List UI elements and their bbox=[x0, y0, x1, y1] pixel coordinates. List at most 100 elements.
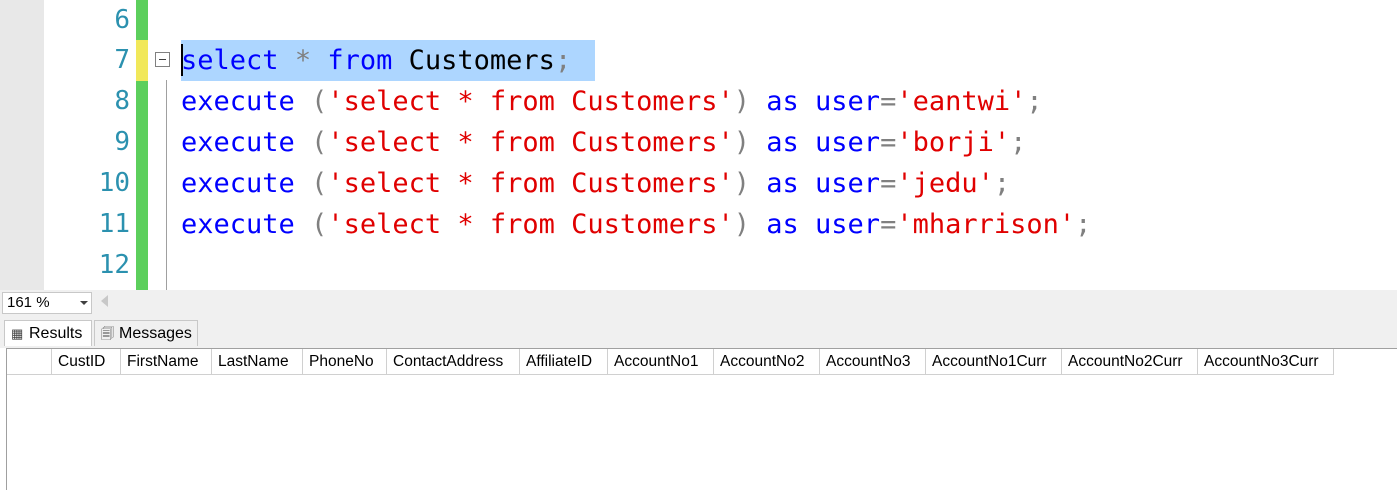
code-token: ) bbox=[733, 127, 750, 158]
column-header[interactable]: AccountNo2 bbox=[714, 349, 820, 375]
results-tab-strip bbox=[0, 316, 1397, 348]
code-token: 'borji' bbox=[896, 127, 1011, 158]
code-token: ( bbox=[311, 168, 328, 199]
scroll-left-icon[interactable] bbox=[101, 295, 108, 307]
code-line[interactable]: execute ('select * from Customers') as u… bbox=[181, 122, 1026, 163]
column-header[interactable]: FirstName bbox=[121, 349, 212, 375]
code-token: 'select * from Customers' bbox=[327, 127, 734, 158]
code-line[interactable]: execute ('select * from Customers') as u… bbox=[181, 163, 1010, 204]
grid-corner-cell[interactable] bbox=[7, 349, 52, 375]
line-number: 6 bbox=[114, 5, 130, 35]
code-token: = bbox=[880, 127, 897, 158]
code-token: 'jedu' bbox=[896, 168, 994, 199]
code-token: = bbox=[880, 86, 897, 117]
line-number: 8 bbox=[114, 86, 130, 116]
tab-results[interactable]: ▦ Results bbox=[4, 320, 92, 346]
code-token: as bbox=[766, 168, 799, 199]
line-number: 10 bbox=[98, 168, 130, 198]
code-token: execute bbox=[181, 168, 295, 199]
code-line[interactable]: select * from Customers; bbox=[181, 40, 571, 81]
code-token: execute bbox=[181, 127, 295, 158]
change-indicator-unsaved bbox=[136, 40, 148, 81]
change-indicator bbox=[136, 81, 148, 290]
column-header[interactable]: AccountNo1 bbox=[608, 349, 714, 375]
code-token: as bbox=[766, 86, 799, 117]
code-token: ) bbox=[733, 86, 750, 117]
code-token: ) bbox=[733, 209, 750, 240]
column-header[interactable]: PhoneNo bbox=[303, 349, 387, 375]
code-token: ( bbox=[311, 127, 328, 158]
code-token: 'mharrison' bbox=[896, 209, 1076, 240]
column-header[interactable]: LastName bbox=[212, 349, 303, 375]
code-token: 'select * from Customers' bbox=[327, 86, 734, 117]
code-token: = bbox=[880, 209, 897, 240]
code-token: ; bbox=[554, 45, 572, 76]
code-token: as bbox=[766, 127, 799, 158]
line-number: 9 bbox=[114, 127, 130, 157]
editor-left-margin bbox=[0, 0, 44, 290]
grid-header-row: CustID FirstName LastName PhoneNo Contac… bbox=[7, 349, 1334, 375]
code-token: from bbox=[327, 45, 393, 76]
column-header[interactable]: AccountNo3Curr bbox=[1198, 349, 1334, 375]
code-token: user bbox=[815, 127, 881, 158]
code-token: Customers bbox=[392, 45, 555, 76]
tab-messages[interactable]: 🗐 Messages bbox=[94, 320, 198, 346]
code-token: ( bbox=[311, 86, 328, 117]
text-caret bbox=[181, 44, 183, 76]
column-header[interactable]: AccountNo2Curr bbox=[1062, 349, 1198, 375]
code-line[interactable]: execute ('select * from Customers') as u… bbox=[181, 204, 1091, 245]
code-token: ; bbox=[1075, 209, 1092, 240]
code-token: 'eantwi' bbox=[896, 86, 1027, 117]
grid-icon: ▦ bbox=[11, 326, 24, 341]
change-indicator bbox=[136, 0, 148, 40]
line-number: 11 bbox=[98, 209, 130, 239]
chevron-down-icon[interactable] bbox=[80, 301, 88, 305]
code-token: = bbox=[880, 168, 897, 199]
code-token: ; bbox=[1010, 127, 1027, 158]
editor-status-strip bbox=[0, 290, 1397, 316]
code-token: 'select * from Customers' bbox=[327, 209, 734, 240]
code-line[interactable]: execute ('select * from Customers') as u… bbox=[181, 81, 1043, 122]
code-token: 'select * from Customers' bbox=[327, 168, 734, 199]
column-header[interactable]: AccountNo1Curr bbox=[926, 349, 1062, 375]
tab-label: Messages bbox=[119, 325, 192, 342]
code-token: execute bbox=[181, 209, 295, 240]
line-number: 12 bbox=[98, 250, 130, 280]
zoom-value: 161 % bbox=[7, 294, 50, 311]
results-grid[interactable]: CustID FirstName LastName PhoneNo Contac… bbox=[6, 348, 1397, 490]
column-header[interactable]: CustID bbox=[52, 349, 121, 375]
code-token: * bbox=[294, 45, 312, 76]
code-token: ; bbox=[1026, 86, 1043, 117]
code-token: as bbox=[766, 209, 799, 240]
line-number: 7 bbox=[114, 45, 130, 75]
query-editor[interactable]: 6 7 8 9 10 11 12 select * from Customers… bbox=[0, 0, 1397, 290]
code-token: ; bbox=[993, 168, 1011, 199]
code-token: ) bbox=[733, 168, 750, 199]
code-token: ( bbox=[311, 209, 328, 240]
code-token: user bbox=[815, 168, 881, 199]
tab-label: Results bbox=[29, 325, 83, 342]
column-header[interactable]: AccountNo3 bbox=[820, 349, 926, 375]
code-token: user bbox=[815, 209, 881, 240]
outline-guide bbox=[166, 80, 167, 290]
code-token: execute bbox=[181, 86, 295, 117]
collapse-toggle-icon[interactable] bbox=[155, 52, 170, 67]
column-header[interactable]: AffiliateID bbox=[520, 349, 608, 375]
messages-icon: 🗐 bbox=[101, 326, 114, 341]
zoom-dropdown[interactable]: 161 % bbox=[2, 292, 92, 314]
column-header[interactable]: ContactAddress bbox=[387, 349, 520, 375]
